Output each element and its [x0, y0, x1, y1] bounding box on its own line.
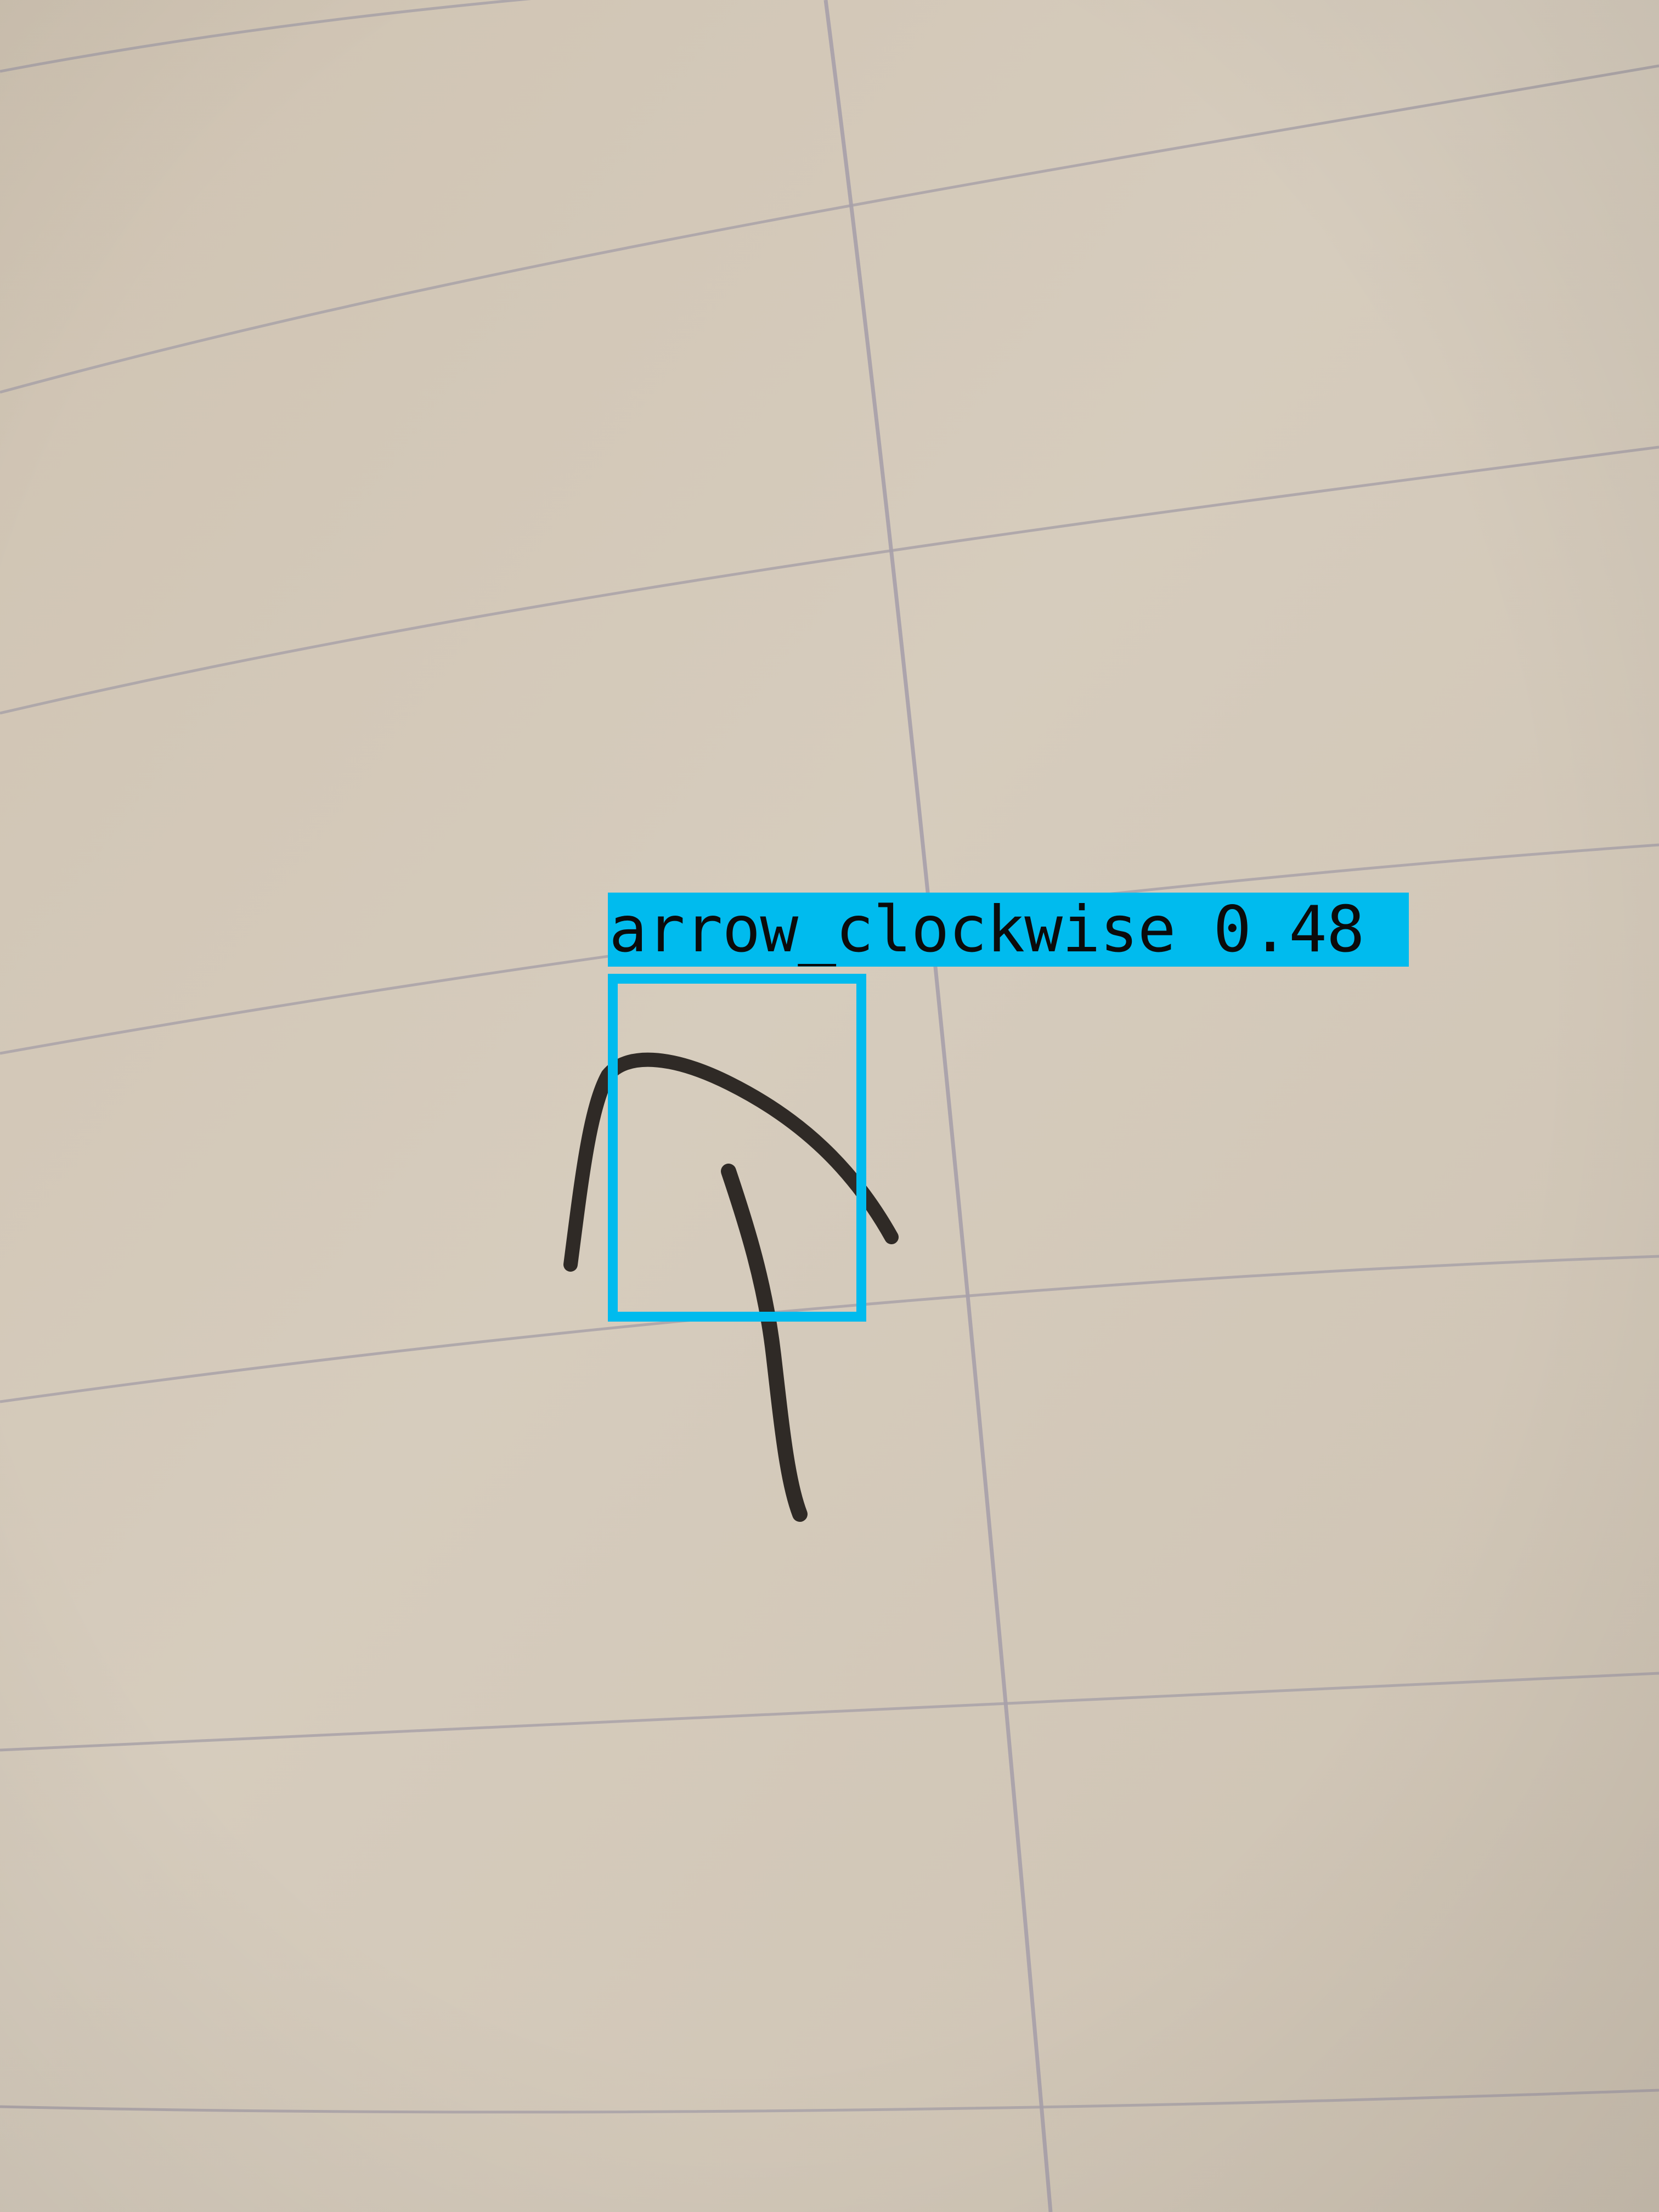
detection-label: arrow_clockwise 0.48 — [608, 893, 1409, 967]
detection-bounding-box — [608, 974, 866, 1322]
detection-overlay: arrow_clockwise 0.48 — [0, 0, 1659, 2212]
